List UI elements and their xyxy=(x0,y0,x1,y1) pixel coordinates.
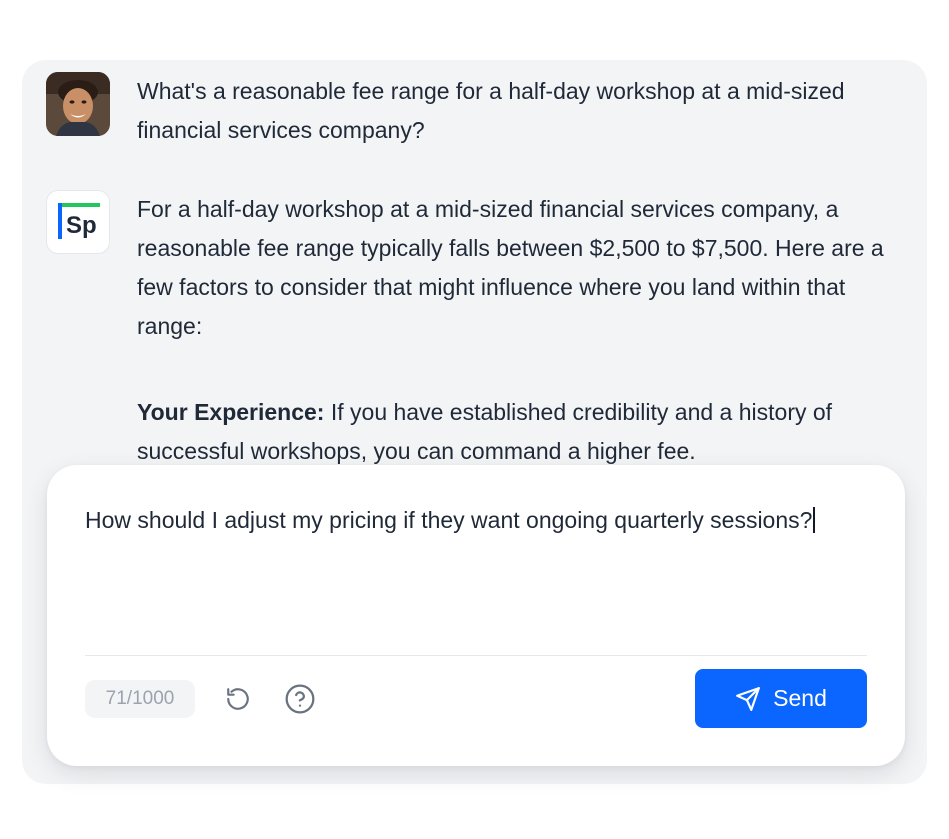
text-caret xyxy=(813,507,816,533)
send-paper-plane-icon xyxy=(736,686,761,711)
user-avatar xyxy=(46,72,110,136)
sp-logo-icon: Sp xyxy=(58,203,100,239)
user-photo-icon xyxy=(46,72,110,136)
char-count-badge: 71/1000 xyxy=(85,680,195,718)
rotate-ccw-icon xyxy=(227,688,249,710)
assistant-message: Sp For a half-day workshop at a mid-size… xyxy=(46,190,897,471)
user-message-text: What's a reasonable fee range for a half… xyxy=(137,78,845,143)
user-message: What's a reasonable fee range for a half… xyxy=(46,72,897,150)
message-composer: How should I adjust my pricing if they w… xyxy=(47,465,905,766)
assistant-paragraph-1: For a half-day workshop at a mid-sized f… xyxy=(137,196,884,339)
composer-divider xyxy=(85,655,867,656)
assistant-paragraph-2: Your Experience: If you have established… xyxy=(137,393,897,471)
sp-logo-text: Sp xyxy=(66,212,97,239)
send-button-label: Send xyxy=(773,685,827,711)
experience-heading: Your Experience: xyxy=(137,399,325,425)
assistant-avatar: Sp xyxy=(46,190,110,254)
help-circle-icon xyxy=(285,684,315,714)
help-button[interactable] xyxy=(281,680,319,718)
message-input-value: How should I adjust my pricing if they w… xyxy=(85,507,813,533)
reset-button[interactable] xyxy=(219,680,257,718)
send-button[interactable]: Send xyxy=(695,669,867,728)
message-input[interactable]: How should I adjust my pricing if they w… xyxy=(85,505,867,535)
